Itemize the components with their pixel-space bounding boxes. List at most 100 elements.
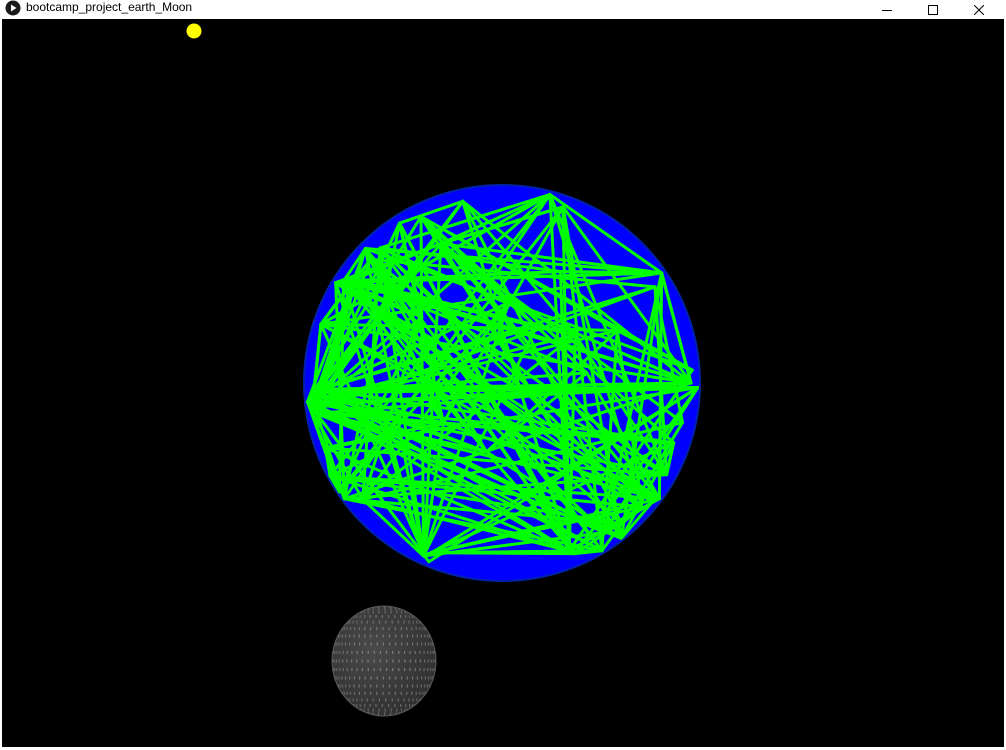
moon-texture-dot xyxy=(398,659,400,663)
moon-texture-dot xyxy=(427,642,430,646)
moon-texture-dot xyxy=(367,659,369,663)
moon-texture-dot xyxy=(403,698,405,702)
moon-texture-dot xyxy=(416,642,418,646)
moon-texture-dot xyxy=(339,634,341,638)
moon-texture-dot xyxy=(386,668,388,672)
moon-texture-dot xyxy=(386,650,388,654)
moon-texture-dot xyxy=(401,684,403,688)
moon-texture-dot xyxy=(334,668,336,672)
moon-texture-dot xyxy=(416,698,418,702)
sketch-canvas[interactable] xyxy=(2,19,1004,747)
moon-texture-dot xyxy=(346,691,348,695)
moon-texture-dot xyxy=(397,698,399,702)
moon-texture-dot xyxy=(353,634,355,638)
moon-texture-dot xyxy=(419,668,421,672)
moon-texture-dot xyxy=(392,650,394,654)
moon-texture-dot xyxy=(432,668,434,672)
moon-texture-dot xyxy=(388,704,390,707)
moon-texture-dot xyxy=(335,659,337,663)
moon-texture-dot xyxy=(353,676,355,680)
minimize-button[interactable] xyxy=(864,0,910,19)
moon-texture-dot xyxy=(363,610,365,614)
moon-texture-dot xyxy=(369,704,371,707)
moon-texture-dot xyxy=(411,627,413,631)
moon-texture-dot xyxy=(424,659,426,663)
moon-texture-dot xyxy=(390,607,392,611)
moon-texture-dot xyxy=(382,691,384,695)
moon-texture-dot xyxy=(364,704,366,707)
moon-texture-dot xyxy=(419,659,421,663)
moon-texture-dot xyxy=(432,650,434,654)
moon-texture-dot xyxy=(385,698,387,702)
moon-texture-dot xyxy=(427,668,429,672)
moon-texture-dot xyxy=(405,704,407,707)
moon-texture-dot xyxy=(398,650,400,654)
moon-texture-dot xyxy=(350,659,353,663)
moon-texture-dot xyxy=(423,650,425,654)
moon-texture-dot xyxy=(356,650,358,654)
moon-texture-dot xyxy=(349,620,351,624)
moon-texture-dot xyxy=(414,650,416,654)
moon-texture-dot xyxy=(406,642,408,646)
moon-texture-dot xyxy=(338,676,340,680)
moon-texture-dot xyxy=(427,659,429,663)
moon-texture-dot xyxy=(391,698,393,702)
moon-texture-dot xyxy=(349,676,351,680)
moon-texture-dot xyxy=(416,634,418,638)
moon-texture-dot xyxy=(388,627,390,631)
moon-texture-dot xyxy=(379,668,381,672)
moon-texture-dot xyxy=(372,620,374,624)
moon-texture-dot xyxy=(358,691,360,695)
moon xyxy=(331,605,437,717)
moon-texture-dot xyxy=(338,642,340,646)
moon-texture-dot xyxy=(361,650,363,654)
moon-texture-dot xyxy=(379,659,381,663)
title-bar[interactable]: bootcamp_project_earth_Moon xyxy=(0,0,1006,19)
moon-texture-dot xyxy=(415,659,417,663)
moon-texture-dot xyxy=(391,620,393,624)
moon-texture-dot xyxy=(346,650,348,654)
moon-texture-dot xyxy=(381,615,383,618)
moon-texture-dot xyxy=(421,676,423,680)
moon-texture-dot xyxy=(392,659,394,663)
moon-texture-dot xyxy=(392,668,394,672)
moon-texture-dot xyxy=(343,691,346,695)
moon-texture-dot xyxy=(400,615,402,618)
moon-texture-dot xyxy=(424,634,426,638)
moon-texture-dot xyxy=(430,650,432,654)
moon-texture-dot xyxy=(419,691,421,695)
moon-texture-dot xyxy=(426,684,428,688)
moon-texture-dot xyxy=(358,627,360,631)
moon-texture-dot xyxy=(390,610,392,614)
moon-texture-dot xyxy=(382,642,384,646)
moon-texture-dot xyxy=(373,650,375,654)
close-button[interactable] xyxy=(956,0,1002,19)
moon-texture-dot xyxy=(356,615,358,618)
moon-texture-dot xyxy=(412,684,414,688)
moon-texture-dot xyxy=(364,615,366,618)
moon-texture-dot xyxy=(384,708,386,712)
moon-texture-dot xyxy=(382,676,384,680)
moon-texture-dot xyxy=(349,691,352,695)
moon-texture-dot xyxy=(364,684,366,688)
moon-texture-dot xyxy=(370,627,372,631)
moon-texture-dot xyxy=(344,642,347,646)
maximize-button[interactable] xyxy=(910,0,956,19)
moon-texture-dot xyxy=(412,634,414,638)
moon-texture-dot xyxy=(354,691,356,695)
moon-texture-dot xyxy=(359,615,361,618)
moon-texture-dot xyxy=(400,627,402,631)
moon-texture-dot xyxy=(367,650,369,654)
moon-texture-dot xyxy=(359,676,361,680)
moon-texture-dot xyxy=(378,610,380,614)
moon-texture-dot xyxy=(364,691,366,695)
moon-texture-dot xyxy=(356,698,358,702)
moon-texture-dot xyxy=(382,634,384,638)
moon-texture-dot xyxy=(405,615,407,618)
moon-texture-dot xyxy=(414,668,416,672)
moon-texture-dot xyxy=(400,704,402,707)
moon-texture-dot xyxy=(349,627,352,631)
moon-texture-dot xyxy=(367,610,369,614)
moon-texture-dot xyxy=(373,668,375,672)
processing-play-icon[interactable] xyxy=(5,0,21,16)
